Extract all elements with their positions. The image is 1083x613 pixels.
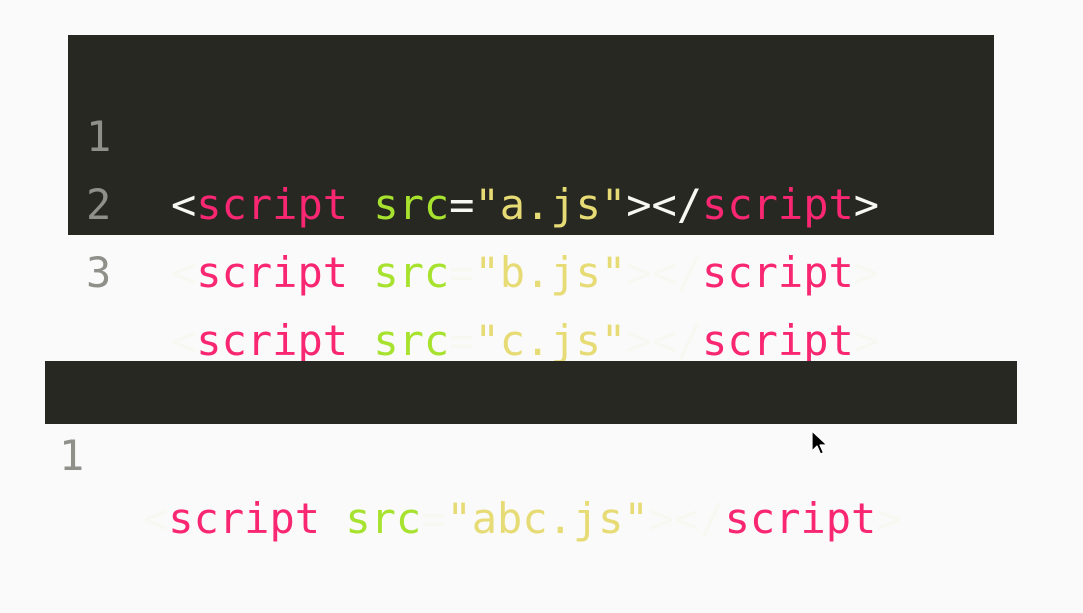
close-open-bracket: ></ [648,494,725,543]
tag-name: script [196,248,349,297]
tag-name: script [168,494,321,543]
attribute-value: "b.js" [474,248,627,297]
close-bracket: > [853,316,880,365]
closing-tag-name: script [724,494,877,543]
attribute-value: "c.js" [474,316,627,365]
equals-sign: = [449,316,475,365]
mouse-pointer-icon [811,430,828,455]
attribute-name: src [373,248,450,297]
code-snippet-combined-script: 1 <script src="abc.js"></script> [45,361,1017,543]
close-bracket: > [876,494,902,543]
open-bracket: < [171,248,197,297]
attribute-name: src [345,494,422,543]
close-open-bracket: ></ [626,316,703,365]
code-text: <script src="b.js"></script> [171,239,879,307]
line-number: 3 [86,248,112,297]
closing-tag-name: script [702,248,854,297]
equals-sign: = [421,494,447,543]
attribute-name: src [373,316,450,365]
close-open-bracket: ></ [626,248,703,297]
code-line-3: 3 <script src="c.js"></script> [68,171,994,365]
tag-name: script [196,316,349,365]
code-snippet-three-scripts: 1 <script src="a.js"></script> 2 <script… [68,35,994,365]
closing-tag-name: script [702,316,854,365]
code-line-2: 2 <script src="b.js"></script> [68,103,994,297]
code-text: <script src="abc.js"></script> [143,487,902,550]
code-line-1: 1 <script src="abc.js"></script> [45,361,1017,543]
close-bracket: > [853,248,880,297]
attribute-value: "abc.js" [446,494,649,543]
open-bracket: < [143,494,169,543]
code-line-1: 1 <script src="a.js"></script> [68,35,994,229]
open-bracket: < [171,316,197,365]
equals-sign: = [449,248,475,297]
line-number: 1 [59,431,85,480]
